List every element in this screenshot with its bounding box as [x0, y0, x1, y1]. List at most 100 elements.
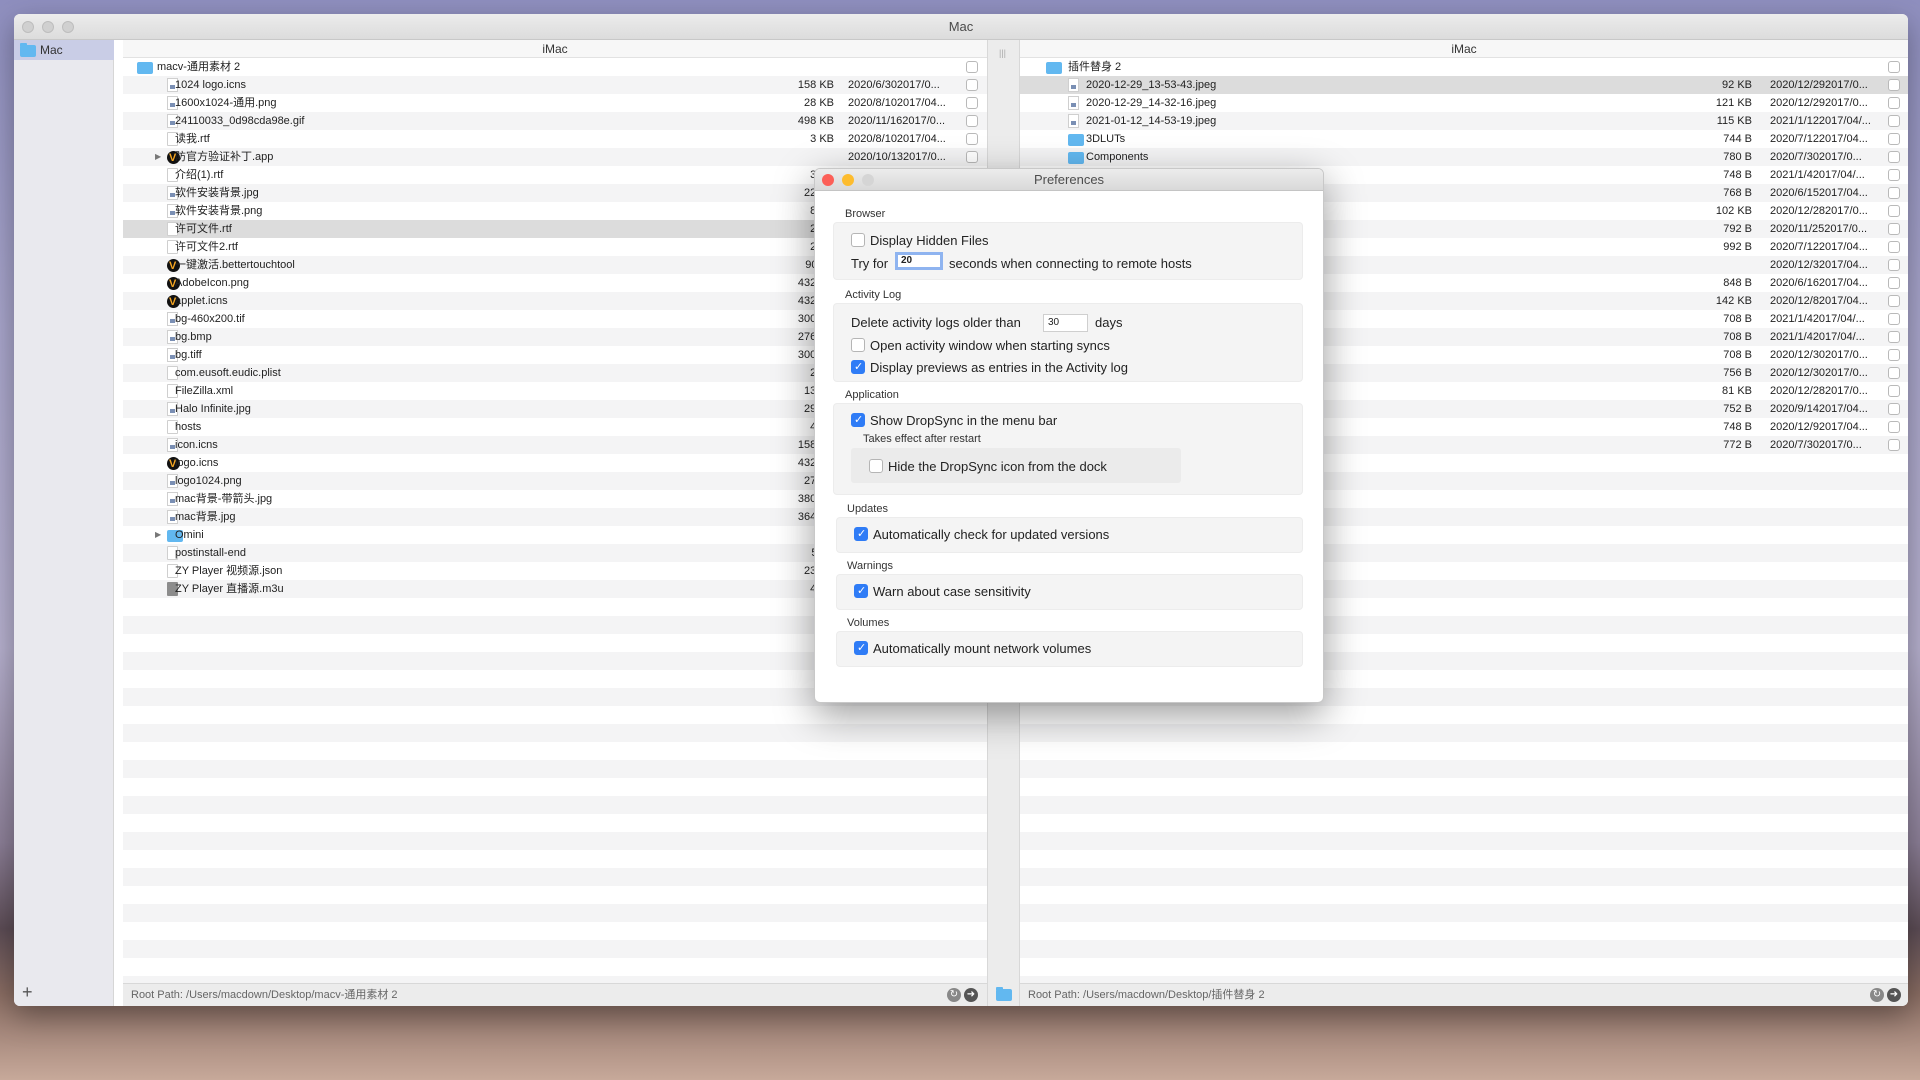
- dialog-title-bar: Preferences: [815, 169, 1323, 191]
- checkbox-icon: [869, 459, 883, 473]
- log-days-input[interactable]: 30: [1043, 314, 1088, 332]
- checkbox-icon: [851, 338, 865, 352]
- file-row[interactable]: 2020-12-29_14-32-16.jpeg 121 KB 2020/12/29…: [1020, 94, 1908, 112]
- title-bar: Mac: [14, 14, 1908, 40]
- auto-check-updates-checkbox[interactable]: Automatically check for updated versions: [854, 526, 1109, 543]
- sync-checkbox[interactable]: [1888, 205, 1900, 217]
- hide-dock-icon-checkbox[interactable]: Hide the DropSync icon from the dock: [869, 459, 1107, 475]
- file-name: Components: [1086, 151, 1149, 163]
- file-row[interactable]: 24110033_0d98cda98e.gif 498 KB 2020/11/162…: [123, 112, 987, 130]
- zoom-button[interactable]: [862, 174, 874, 186]
- sync-checkbox[interactable]: [1888, 313, 1900, 325]
- zoom-button[interactable]: [62, 21, 74, 33]
- sync-checkbox[interactable]: [1888, 403, 1900, 415]
- file-row[interactable]: Components 780 B 2020/7/302017/0...: [1020, 148, 1908, 166]
- sync-checkbox[interactable]: [1888, 331, 1900, 343]
- file-date: 2020/11/252017/0...: [1770, 223, 1868, 235]
- checkbox-icon: [854, 640, 868, 656]
- file-date: 2020/12/302017/0...: [1770, 367, 1868, 379]
- disclosure-triangle-icon[interactable]: ▶: [155, 148, 161, 166]
- file-name: 许可文件.rtf: [175, 223, 232, 235]
- file-size: 848 B: [1723, 277, 1752, 289]
- folder-icon[interactable]: [996, 987, 1012, 1001]
- disclosure-triangle-icon[interactable]: ▶: [155, 526, 161, 544]
- checkbox-icon: [851, 412, 865, 428]
- browser-section-label: Browser: [845, 208, 886, 220]
- delete-logs-label: Delete activity logs older than: [851, 315, 1021, 330]
- file-date: 2020/6/152017/04...: [1770, 187, 1868, 199]
- file-size: 498 KB: [797, 115, 834, 127]
- file-name: 3DLUTs: [1086, 133, 1126, 145]
- refresh-icon[interactable]: ↻: [1870, 988, 1884, 1002]
- sync-checkbox[interactable]: [1888, 133, 1900, 145]
- file-name: macv-通用素材 2: [157, 61, 241, 73]
- file-row[interactable]: 2020-12-29_13-53-43.jpeg 92 KB 2020/12/292…: [1020, 76, 1908, 94]
- show-menu-bar-checkbox[interactable]: Show DropSync in the menu bar: [851, 412, 1057, 429]
- file-row[interactable]: ▶ 防官方验证补丁.app 2020/10/132017/0...: [123, 148, 987, 167]
- close-button[interactable]: [822, 174, 834, 186]
- sync-checkbox[interactable]: [1888, 223, 1900, 235]
- sync-checkbox[interactable]: [1888, 61, 1900, 73]
- sync-checkbox[interactable]: [966, 115, 978, 127]
- file-name: 1024 logo.icns: [175, 79, 246, 91]
- sync-checkbox[interactable]: [966, 151, 978, 163]
- checkbox-label: Warn about case sensitivity: [873, 584, 1031, 599]
- checkbox-label: Display Hidden Files: [870, 233, 989, 248]
- display-hidden-files-checkbox[interactable]: Display Hidden Files: [851, 233, 989, 249]
- mount-volumes-checkbox[interactable]: Automatically mount network volumes: [854, 640, 1091, 657]
- sync-checkbox[interactable]: [1888, 187, 1900, 199]
- drag-handle-icon[interactable]: |||: [999, 48, 1006, 58]
- file-date: 2020/7/122017/04...: [1770, 133, 1868, 145]
- file-name: Halo Infinite.jpg: [175, 403, 251, 415]
- case-sensitivity-checkbox[interactable]: Warn about case sensitivity: [854, 583, 1031, 600]
- minimize-button[interactable]: [42, 21, 54, 33]
- file-row[interactable]: 1024 logo.icns 158 KB 2020/6/302017/0...: [123, 76, 987, 94]
- sync-checkbox[interactable]: [966, 61, 978, 73]
- add-button[interactable]: +: [22, 983, 38, 1001]
- sync-checkbox[interactable]: [1888, 385, 1900, 397]
- refresh-icon[interactable]: ↻: [947, 988, 961, 1002]
- minimize-button[interactable]: [842, 174, 854, 186]
- sync-checkbox[interactable]: [1888, 151, 1900, 163]
- file-row[interactable]: 3DLUTs 744 B 2020/7/122017/04...: [1020, 130, 1908, 148]
- file-icon: [1068, 78, 1079, 92]
- display-previews-checkbox[interactable]: Display previews as entries in the Activ…: [851, 359, 1128, 376]
- sync-checkbox[interactable]: [966, 133, 978, 145]
- sync-checkbox[interactable]: [966, 79, 978, 91]
- file-row[interactable]: 2021-01-12_14-53-19.jpeg 115 KB 2021/1/122…: [1020, 112, 1908, 130]
- file-size: 121 KB: [1715, 97, 1752, 109]
- sync-checkbox[interactable]: [1888, 241, 1900, 253]
- close-button[interactable]: [22, 21, 34, 33]
- sync-checkbox[interactable]: [1888, 115, 1900, 127]
- folder-icon: [1046, 62, 1062, 74]
- sync-checkbox[interactable]: [1888, 367, 1900, 379]
- file-size: 752 B: [1723, 403, 1752, 415]
- window-title: Mac: [948, 19, 974, 34]
- open-activity-window-checkbox[interactable]: Open activity window when starting syncs: [851, 338, 1110, 354]
- folder-icon: [137, 62, 153, 74]
- file-name: 2020-12-29_13-53-43.jpeg: [1086, 79, 1217, 91]
- timeout-seconds-input[interactable]: 20: [895, 252, 943, 270]
- sync-checkbox[interactable]: [1888, 277, 1900, 289]
- sync-checkbox[interactable]: [1888, 79, 1900, 91]
- sync-checkbox[interactable]: [1888, 349, 1900, 361]
- sync-checkbox[interactable]: [1888, 97, 1900, 109]
- folder-row[interactable]: macv-通用素材 2: [123, 58, 987, 76]
- folder-row[interactable]: 插件替身 2: [1020, 58, 1908, 76]
- go-arrow-icon[interactable]: ➜: [964, 988, 978, 1002]
- sync-checkbox[interactable]: [1888, 421, 1900, 433]
- file-size: 780 B: [1723, 151, 1752, 163]
- file-row[interactable]: 1600x1024-通用.png 28 KB 2020/8/102017/04...: [123, 94, 987, 112]
- sync-checkbox[interactable]: [1888, 169, 1900, 181]
- sync-checkbox[interactable]: [1888, 439, 1900, 451]
- dialog-title: Preferences: [1033, 172, 1105, 187]
- sync-checkbox[interactable]: [1888, 259, 1900, 271]
- sidebar-item-mac[interactable]: Mac: [14, 40, 114, 60]
- file-row[interactable]: 读我.rtf 3 KB 2020/8/102017/04...: [123, 130, 987, 148]
- file-date: 2020/6/302017/0...: [848, 79, 940, 91]
- file-name: mac背景-带箭头.jpg: [175, 493, 273, 505]
- sync-checkbox[interactable]: [1888, 295, 1900, 307]
- file-name: 2020-12-29_14-32-16.jpeg: [1086, 97, 1217, 109]
- go-arrow-icon[interactable]: ➜: [1887, 988, 1901, 1002]
- sync-checkbox[interactable]: [966, 97, 978, 109]
